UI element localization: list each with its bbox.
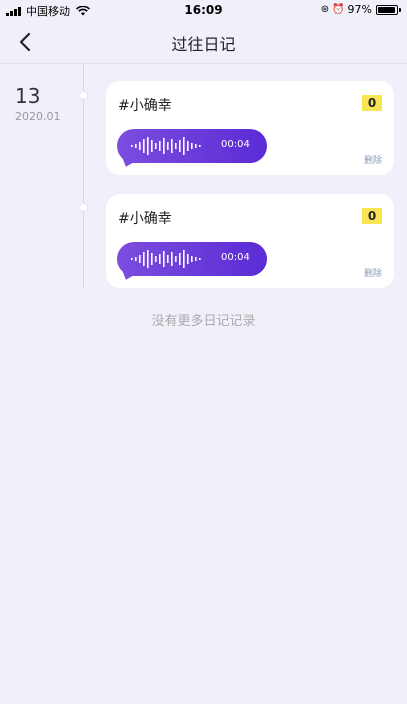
timeline-dot xyxy=(79,91,88,100)
status-right: ⊛ ⏰ 97% xyxy=(321,3,401,16)
battery-fill xyxy=(378,6,396,13)
battery-cap xyxy=(399,7,401,12)
alarm-icon: ⏰ xyxy=(332,4,345,15)
delete-button[interactable]: 删除 xyxy=(364,153,382,166)
voice-bubble-tail xyxy=(120,158,134,169)
entry-tag: #小确幸 xyxy=(118,211,172,227)
battery-icon xyxy=(376,4,398,15)
voice-duration: 00:04 xyxy=(221,252,250,263)
timeline-day: 13 xyxy=(15,84,41,108)
waveform-icon xyxy=(131,250,201,268)
voice-message-button[interactable]: 00:04 xyxy=(117,129,267,169)
diary-entry-card[interactable]: #小确幸 0 00:04 删除 xyxy=(106,81,394,175)
timeline-dot xyxy=(79,203,88,212)
voice-bubble-tail xyxy=(120,271,134,282)
entry-count-badge: 0 xyxy=(362,208,382,224)
no-more-records-text: 没有更多日记记录 xyxy=(151,314,256,329)
nav-bar: 过往日记 xyxy=(0,20,407,64)
timeline-year-month: 2020.01 xyxy=(15,110,61,123)
entry-tag: #小确幸 xyxy=(118,98,172,114)
voice-duration: 00:04 xyxy=(221,139,250,150)
diary-entry-card[interactable]: #小确幸 0 00:04 删除 xyxy=(106,194,394,288)
status-bar: 中国移动 16:09 ⊛ ⏰ 97% xyxy=(0,0,407,20)
screen: 中国移动 16:09 ⊛ ⏰ 97% 过往日记 13 2020.01 #小确幸 … xyxy=(0,0,407,704)
battery-percent: 97% xyxy=(347,3,372,16)
rotation-lock-icon: ⊛ xyxy=(320,4,330,15)
delete-button[interactable]: 删除 xyxy=(364,266,382,279)
voice-message-button[interactable]: 00:04 xyxy=(117,242,267,282)
entry-count-badge: 0 xyxy=(362,95,382,111)
page-title: 过往日记 xyxy=(171,35,236,54)
waveform-icon xyxy=(131,137,201,155)
